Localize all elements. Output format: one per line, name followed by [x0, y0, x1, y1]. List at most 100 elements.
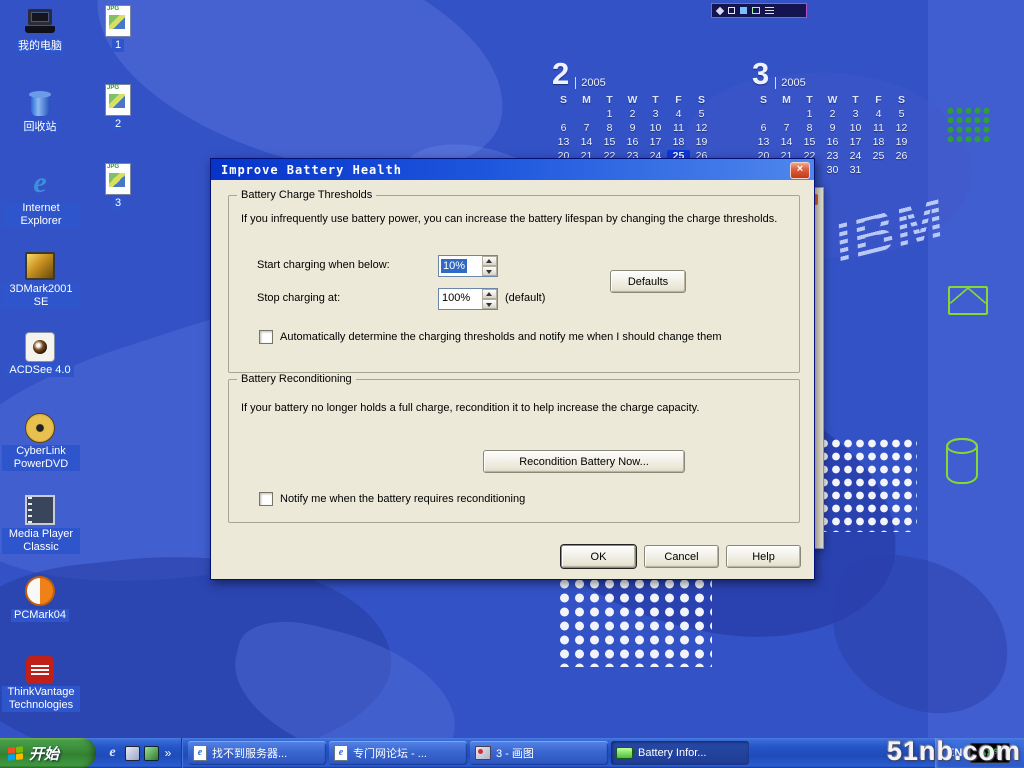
- calendar-day: 23: [821, 150, 844, 164]
- calendar-day: 16: [621, 136, 644, 150]
- desktop-icon-jpgdoc-3[interactable]: 3: [80, 162, 156, 210]
- spin-up-icon[interactable]: [482, 289, 497, 299]
- ie-icon: [24, 168, 56, 200]
- calendar-day: 14: [775, 136, 798, 150]
- desktop-icon-label: 1: [112, 39, 124, 52]
- auto-determine-checkbox[interactable]: [259, 330, 273, 344]
- calendar-day: 1: [798, 108, 821, 122]
- recondition-battery-button[interactable]: Recondition Battery Now...: [483, 450, 685, 473]
- desktop-icon-jpgdoc-2[interactable]: 2: [80, 83, 156, 131]
- desktop-icon-pcmark-8[interactable]: PCMark04: [2, 573, 78, 622]
- calendar-weekday: S: [752, 94, 775, 108]
- spin-down-icon[interactable]: [482, 299, 497, 309]
- calendar-weekday: W: [821, 94, 844, 108]
- desktop-icon-jpgdoc-1[interactable]: 1: [80, 4, 156, 52]
- mpc-icon: [25, 495, 55, 525]
- taskbar-task-1[interactable]: 找不到服务器...: [188, 741, 326, 765]
- calendar-day: 30: [821, 164, 844, 178]
- calendar-day: 8: [798, 122, 821, 136]
- desktop-icon-mark3d-4[interactable]: 3DMark2001 SE: [2, 249, 78, 309]
- notify-reconditioning-label: Notify me when the battery requires reco…: [280, 493, 525, 505]
- quick-launch-overflow-chevron[interactable]: »: [163, 745, 173, 762]
- calendar-day: 12: [690, 122, 713, 136]
- calendar-day: 2: [621, 108, 644, 122]
- taskbar-task-2[interactable]: 专门网论坛 - ...: [329, 741, 467, 765]
- calendar-day: 5: [890, 108, 913, 122]
- calendar-day: 11: [867, 122, 890, 136]
- start-button[interactable]: 开始: [0, 738, 96, 768]
- desktop-icon-recycle-2[interactable]: 回收站: [2, 87, 78, 134]
- notify-reconditioning-checkbox-row: Notify me when the battery requires reco…: [259, 492, 525, 506]
- group2-title: Battery Reconditioning: [237, 373, 356, 385]
- pcmark-icon: [25, 576, 55, 606]
- task-label: 专门网论坛 - ...: [353, 745, 427, 761]
- mark3d-icon: [25, 252, 55, 280]
- improve-battery-health-dialog: Improve Battery Health × Battery Charge …: [210, 158, 815, 580]
- capture-toolbar: [711, 3, 807, 18]
- capture-tool-icon-2[interactable]: [728, 7, 735, 14]
- quick-launch-icon-2[interactable]: [125, 746, 140, 761]
- spin-up-icon[interactable]: [482, 256, 497, 266]
- close-icon[interactable]: ×: [790, 162, 810, 179]
- calendar-year: 2005: [775, 77, 805, 89]
- taskbar-tasks: 找不到服务器... 专门网论坛 - ... 3 - 画图 Battery Infor.…: [182, 738, 752, 768]
- capture-tool-icon-5[interactable]: [765, 7, 774, 15]
- stop-threshold-spinner[interactable]: 100%: [438, 288, 498, 310]
- start-charging-label: Start charging when below:: [257, 259, 390, 271]
- desktop-icon-mycomputer-1[interactable]: 我的电脑: [2, 6, 78, 53]
- quick-launch-icon-3[interactable]: [144, 746, 159, 761]
- notify-reconditioning-checkbox[interactable]: [259, 492, 273, 506]
- calendar-day: 24: [844, 150, 867, 164]
- calendar-weekday: S: [890, 94, 913, 108]
- cancel-button[interactable]: Cancel: [644, 545, 719, 568]
- calendar-day: 3: [644, 108, 667, 122]
- recycle-icon: [24, 87, 56, 119]
- task-label: 3 - 画图: [496, 745, 534, 761]
- calendar-day: 8: [598, 122, 621, 136]
- desktop-icon-acdsee-5[interactable]: ACDSee 4.0: [2, 330, 78, 377]
- keypad-dots-pattern: [946, 106, 990, 144]
- calendar-day: [890, 164, 913, 178]
- calendar-weekday: T: [644, 94, 667, 108]
- cylinder-icon: [946, 438, 978, 484]
- calendar-day: 9: [621, 122, 644, 136]
- quick-launch: e »: [96, 738, 182, 768]
- capture-tool-icon-1[interactable]: [716, 6, 724, 14]
- help-button[interactable]: Help: [726, 545, 801, 568]
- desktop-icon-mpc-7[interactable]: Media Player Classic: [2, 492, 78, 554]
- taskbar: 开始 e » 找不到服务器... 专门网论坛 - ... 3 - 画图 Battery…: [0, 738, 1024, 768]
- defaults-button[interactable]: Defaults: [610, 270, 686, 293]
- taskbar-task-3[interactable]: 3 - 画图: [470, 741, 608, 765]
- calendar-day: 17: [644, 136, 667, 150]
- desktop: IBM 22005SMTWTFS123456789101112131415161…: [0, 0, 1024, 768]
- dialog-titlebar[interactable]: Improve Battery Health ×: [211, 159, 814, 180]
- start-threshold-value: 10%: [441, 259, 467, 273]
- battery-charge-thresholds-group: Battery Charge Thresholds If you infrequ…: [228, 195, 800, 373]
- spin-down-icon[interactable]: [482, 266, 497, 276]
- calendar-day: 18: [867, 136, 890, 150]
- jpgdoc-icon: [105, 84, 131, 116]
- desktop-icon-label: PCMark04: [11, 609, 69, 622]
- windows-logo-icon: [8, 746, 23, 761]
- calendar-day: 6: [552, 122, 575, 136]
- calendar-weekday: F: [867, 94, 890, 108]
- capture-tool-icon-3[interactable]: [740, 7, 747, 14]
- ok-button[interactable]: OK: [561, 545, 636, 568]
- iepage-icon: [193, 745, 207, 761]
- envelope-icon: [948, 286, 988, 315]
- desktop-icon-pdvd-6[interactable]: CyberLink PowerDVD: [2, 411, 78, 471]
- group1-title: Battery Charge Thresholds: [237, 189, 376, 201]
- desktop-icon-tvt-9[interactable]: ThinkVantage Technologies: [2, 654, 78, 712]
- capture-tool-icon-4[interactable]: [752, 7, 760, 14]
- battery-reconditioning-group: Battery Reconditioning If your battery n…: [228, 379, 800, 523]
- internet-explorer-quick-icon[interactable]: e: [104, 745, 121, 762]
- taskbar-task-4[interactable]: Battery Infor...: [611, 741, 749, 765]
- calendar-weekday: M: [775, 94, 798, 108]
- battery-icon: [616, 747, 633, 759]
- calendar-day: [867, 164, 890, 178]
- calendar-day: 10: [644, 122, 667, 136]
- start-threshold-spinner[interactable]: 10%: [438, 255, 498, 277]
- desktop-icon-ie-3[interactable]: Internet Explorer: [2, 168, 78, 228]
- calendar-day: 17: [844, 136, 867, 150]
- default-note: (default): [505, 292, 545, 304]
